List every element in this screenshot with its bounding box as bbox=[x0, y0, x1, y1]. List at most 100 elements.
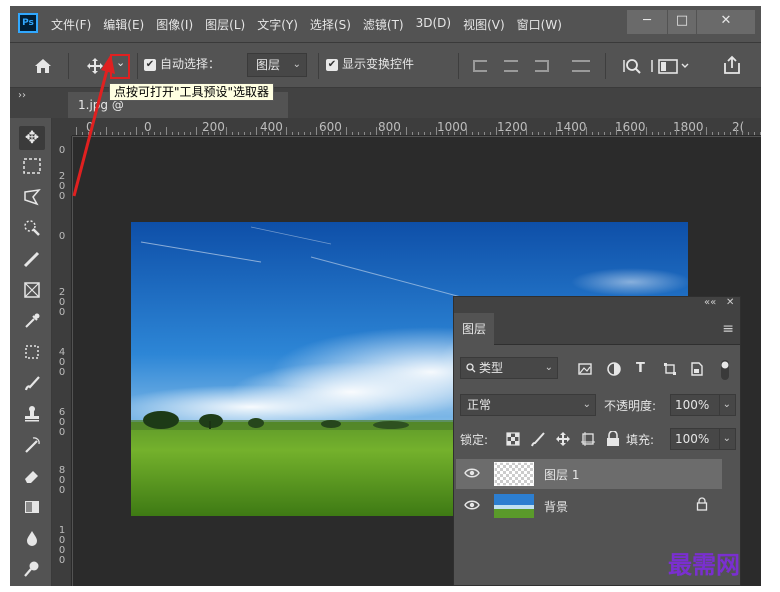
layer-row-layer1[interactable]: 图层 1 bbox=[456, 459, 722, 489]
auto-select-dropdown[interactable]: 图层 ⌄ bbox=[247, 53, 307, 77]
menu-3d[interactable]: 3D(D) bbox=[416, 16, 451, 33]
ruler-tick-label: 0 bbox=[58, 231, 66, 242]
menu-window[interactable]: 窗口(W) bbox=[517, 16, 562, 33]
tool-preset-picker-highlight[interactable] bbox=[110, 54, 130, 79]
visibility-eye-icon[interactable] bbox=[464, 499, 480, 511]
ruler-tick bbox=[232, 132, 233, 135]
lock-transparent-pixels-icon[interactable] bbox=[506, 432, 520, 446]
blend-mode-dropdown[interactable]: 正常 ⌄ bbox=[460, 394, 596, 416]
align-right-icon[interactable] bbox=[535, 60, 549, 72]
distribute-icon[interactable] bbox=[572, 60, 590, 72]
ruler-tick bbox=[202, 132, 203, 135]
ruler-tick bbox=[256, 127, 257, 135]
opacity-field[interactable]: 100% ⌄ bbox=[670, 394, 736, 416]
menu-view[interactable]: 视图(V) bbox=[463, 16, 505, 33]
ruler-tick bbox=[148, 132, 149, 135]
stamp-tool[interactable] bbox=[19, 405, 45, 429]
fill-field[interactable]: 100% ⌄ bbox=[670, 428, 736, 450]
lasso-tool[interactable] bbox=[19, 188, 45, 212]
ruler-tick bbox=[118, 132, 119, 135]
ruler-tick bbox=[664, 132, 665, 135]
ruler-tick bbox=[574, 132, 575, 135]
ruler-tick bbox=[322, 132, 323, 135]
toolbox: ✥ bbox=[10, 118, 52, 586]
eraser-tool[interactable] bbox=[19, 467, 45, 491]
frame-tool[interactable] bbox=[19, 281, 45, 305]
smart-object-filter-icon[interactable] bbox=[690, 362, 704, 376]
search-3d-icon[interactable] bbox=[622, 57, 642, 75]
move-tool[interactable]: ✥ bbox=[19, 126, 45, 150]
lock-position-icon[interactable] bbox=[555, 431, 571, 447]
filter-toggle-icon[interactable] bbox=[720, 359, 730, 381]
quick-select-tool[interactable] bbox=[19, 219, 45, 243]
visibility-eye-icon[interactable] bbox=[464, 467, 480, 479]
collapse-panel-icon[interactable]: «« bbox=[704, 297, 716, 308]
ruler-tick bbox=[364, 132, 365, 135]
home-icon[interactable] bbox=[34, 58, 52, 74]
close-panel-icon[interactable]: ✕ bbox=[726, 297, 734, 308]
tab-layers[interactable]: 图层 bbox=[454, 313, 494, 345]
ruler-tick bbox=[676, 127, 677, 135]
brush-tool[interactable] bbox=[19, 374, 45, 398]
blend-mode-value: 正常 bbox=[467, 398, 492, 412]
menu-edit[interactable]: 编辑(E) bbox=[103, 16, 144, 33]
ruler-tick bbox=[694, 132, 695, 135]
menu-image[interactable]: 图像(I) bbox=[156, 16, 193, 33]
ruler-vertical[interactable]: 0 2 0 0 0 2 0 0 4 0 0 6 0 0 8 0 0 1 0 0 … bbox=[52, 136, 72, 586]
checkbox-check-icon: ✔ bbox=[144, 58, 156, 71]
ruler-tick bbox=[208, 132, 209, 135]
ruler-tick bbox=[742, 132, 743, 135]
ruler-horizontal[interactable]: 0 0 200 400 600 800 1000 1200 1400 1600 … bbox=[72, 118, 761, 136]
adjustment-filter-icon[interactable] bbox=[607, 362, 621, 376]
menu-type[interactable]: 文字(Y) bbox=[257, 16, 298, 33]
ruler-tick bbox=[688, 132, 689, 135]
separator bbox=[137, 53, 138, 79]
panel-menu-icon[interactable]: ≡ bbox=[722, 321, 734, 337]
ruler-tick bbox=[106, 127, 107, 135]
ruler-tick bbox=[652, 132, 653, 135]
ruler-tick bbox=[430, 132, 431, 135]
dodge-tool[interactable] bbox=[19, 560, 45, 584]
layer-filter-dropdown[interactable]: 类型 ⌄ bbox=[460, 357, 558, 379]
blur-tool[interactable] bbox=[19, 529, 45, 553]
layer-row-background[interactable]: 背景 bbox=[456, 491, 722, 521]
close-button[interactable]: ✕ bbox=[697, 10, 755, 34]
lock-image-pixels-icon[interactable] bbox=[530, 431, 546, 447]
marquee-tool[interactable] bbox=[19, 157, 45, 181]
menu-file[interactable]: 文件(F) bbox=[51, 16, 91, 33]
lock-all-icon[interactable] bbox=[606, 431, 620, 447]
share-icon[interactable] bbox=[722, 55, 742, 75]
auto-select-checkbox[interactable]: ✔ 自动选择： bbox=[144, 55, 220, 72]
maximize-button[interactable]: □ bbox=[668, 10, 696, 34]
ruler-tick bbox=[718, 132, 719, 135]
eyedropper-tool-2[interactable] bbox=[19, 312, 45, 336]
ruler-tick bbox=[400, 132, 401, 135]
type-filter-icon[interactable]: T bbox=[636, 361, 645, 377]
minimize-button[interactable]: ─ bbox=[627, 10, 667, 34]
ruler-tick bbox=[556, 127, 557, 135]
history-brush-tool[interactable] bbox=[19, 436, 45, 460]
ruler-tick bbox=[610, 132, 611, 135]
collapse-toolbox-icon[interactable]: ›› bbox=[18, 90, 26, 101]
workspace-switcher-icon[interactable] bbox=[650, 57, 690, 75]
gradient-tool[interactable] bbox=[19, 498, 45, 522]
layers-panel: «« ✕ 图层 ≡ 类型 ⌄ T 正常 ⌄ 不透明度: 100% ⌄ 锁定: 填… bbox=[453, 296, 741, 586]
show-transform-checkbox[interactable]: ✔ 显示变换控件 bbox=[326, 55, 414, 72]
show-transform-label: 显示变换控件 bbox=[342, 57, 415, 71]
ruler-tick bbox=[298, 132, 299, 135]
ruler-tick-label: 0 bbox=[58, 191, 66, 202]
eyedropper-tool[interactable] bbox=[19, 250, 45, 274]
healing-icon bbox=[25, 345, 39, 359]
align-left-icon[interactable] bbox=[473, 60, 487, 72]
shape-filter-icon[interactable] bbox=[663, 362, 677, 376]
ruler-tick bbox=[592, 132, 593, 135]
move-tool-icon[interactable] bbox=[86, 57, 104, 75]
menu-filter[interactable]: 滤镜(T) bbox=[363, 16, 404, 33]
menu-select[interactable]: 选择(S) bbox=[310, 16, 351, 33]
healing-tool[interactable] bbox=[19, 343, 45, 367]
image-filter-icon[interactable] bbox=[578, 363, 592, 375]
checkbox-check-icon: ✔ bbox=[326, 58, 338, 71]
align-center-icon[interactable] bbox=[504, 60, 518, 72]
menu-layer[interactable]: 图层(L) bbox=[205, 16, 245, 33]
lock-artboard-icon[interactable] bbox=[580, 431, 596, 447]
